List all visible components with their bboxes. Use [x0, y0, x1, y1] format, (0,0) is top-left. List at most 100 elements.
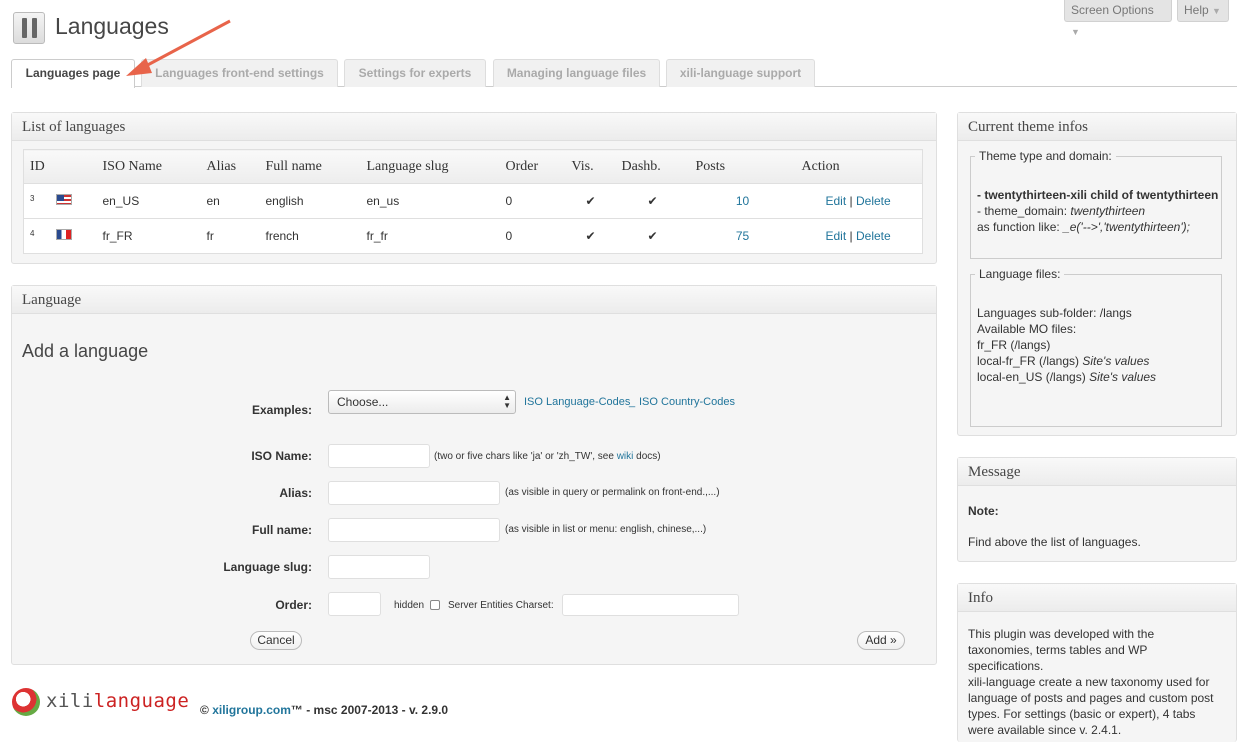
theme-type-line: - twentythirteen-xili child of twentythi… [977, 188, 1219, 202]
order-label: Order: [275, 598, 312, 612]
theme-type-legend: Theme type and domain: [979, 149, 1112, 163]
iso-language-codes-link[interactable]: ISO Language-Codes [524, 396, 630, 408]
list-box-title: List of languages [12, 113, 936, 141]
row-posts-link[interactable]: 10 [736, 194, 749, 208]
iso-name-label: ISO Name: [251, 449, 312, 463]
row-order: 0 [499, 183, 566, 219]
xili-logo-text: xililanguage [46, 690, 190, 712]
fr-flag-icon [55, 229, 72, 240]
col-action[interactable]: Action [795, 149, 923, 184]
files-line: Languages sub-folder: /langs [977, 306, 1132, 320]
delete-link[interactable]: Delete [856, 194, 891, 208]
add-button[interactable]: Add » [857, 631, 905, 650]
row-full-name: english [259, 183, 361, 219]
note-label: Note: [968, 504, 999, 518]
current-theme-infos-box: Current theme infos Theme type and domai… [957, 112, 1237, 436]
row-dashb-check-icon: ✔ [615, 183, 690, 219]
xiligroup-link[interactable]: xiligroup.com [212, 703, 291, 717]
files-line: Available MO files: [977, 322, 1077, 336]
message-text: Find above the list of languages. [968, 535, 1141, 549]
edit-link[interactable]: Edit [826, 194, 847, 208]
order-input[interactable] [328, 592, 381, 616]
table-row: 3 en_US en english en_us 0 ✔ ✔ 10 Edit |… [23, 183, 923, 219]
wiki-link[interactable]: wiki [617, 451, 634, 462]
language-box: Language Add a language Examples: Choose… [11, 285, 937, 665]
hidden-checkbox[interactable] [430, 600, 440, 610]
col-posts[interactable]: Posts [689, 149, 796, 184]
examples-select[interactable]: Choose... ▲ ▼ [328, 390, 516, 414]
delete-link[interactable]: Delete [856, 229, 891, 243]
full-name-label: Full name: [251, 523, 312, 537]
table-header-row: ID ISO Name Alias Full name Language slu… [23, 149, 923, 184]
row-iso: fr_FR [96, 218, 201, 254]
page-icon [13, 12, 45, 44]
charset-input[interactable] [562, 594, 739, 616]
links-separator: _ [629, 396, 636, 408]
alias-label: Alias: [279, 486, 312, 500]
info-text: This plugin was developed with the taxon… [968, 627, 1214, 737]
languages-table: ID ISO Name Alias Full name Language slu… [23, 149, 923, 254]
tab-languages-page[interactable]: Languages page [11, 59, 135, 88]
info-box-title: Info [958, 584, 1236, 612]
col-language-slug[interactable]: Language slug [360, 149, 500, 184]
row-alias: fr [200, 218, 260, 254]
full-name-input[interactable] [328, 518, 500, 542]
language-slug-label: Language slug: [223, 560, 312, 574]
list-of-languages-box: List of languages ID ISO Name Alias Full… [11, 112, 937, 264]
row-vis-check-icon: ✔ [565, 218, 616, 254]
info-box: Info This plugin was developed with the … [957, 583, 1237, 742]
theme-box-title: Current theme infos [958, 113, 1236, 141]
annotation-arrow-icon [126, 19, 231, 76]
caret-down-icon: ▼ [1071, 27, 1080, 37]
theme-function-line: as function like: _e('-->','twentythirte… [977, 220, 1190, 234]
action-separator: | [849, 194, 853, 208]
files-line: local-en_US (/langs) Site's values [977, 370, 1157, 384]
examples-label: Examples: [251, 403, 312, 417]
row-id: 3 [30, 194, 35, 203]
iso-name-input[interactable] [328, 444, 430, 468]
message-box-title: Message [958, 458, 1236, 486]
tab-xili-language-support[interactable]: xili-language support [666, 59, 815, 87]
row-slug: en_us [360, 183, 500, 219]
col-id[interactable]: ID [23, 149, 97, 184]
caret-down-icon: ▼ [1212, 6, 1221, 16]
edit-link[interactable]: Edit [826, 229, 847, 243]
iso-country-codes-link[interactable]: ISO Country-Codes [639, 396, 735, 408]
screen-options-button[interactable]: Screen Options ▼ [1064, 0, 1172, 37]
row-dashb-check-icon: ✔ [615, 218, 690, 254]
col-full-name[interactable]: Full name [259, 149, 361, 184]
row-vis-check-icon: ✔ [565, 183, 616, 219]
help-label: Help [1184, 3, 1209, 17]
help-button[interactable]: Help ▼ [1177, 0, 1229, 22]
cancel-button[interactable]: Cancel [250, 631, 302, 650]
examples-select-value: Choose... [337, 395, 389, 409]
col-iso-name[interactable]: ISO Name [96, 149, 201, 184]
us-flag-icon [55, 194, 72, 205]
theme-type-fieldset: Theme type and domain: - twentythirteen-… [970, 149, 1222, 259]
row-posts-link[interactable]: 75 [736, 229, 749, 243]
col-vis[interactable]: Vis. [565, 149, 616, 184]
row-iso: en_US [96, 183, 201, 219]
select-arrows-icon: ▲ ▼ [503, 393, 511, 410]
tab-settings-for-experts[interactable]: Settings for experts [344, 59, 486, 87]
alias-input[interactable] [328, 481, 500, 505]
add-language-heading: Add a language [22, 341, 149, 361]
iso-name-hint: (two or five chars like 'ja' or 'zh_TW',… [434, 451, 661, 462]
col-dashb[interactable]: Dashb. [615, 149, 690, 184]
charset-label: Server Entities Charset: [448, 600, 554, 611]
language-files-fieldset: Language files: Languages sub-folder: /l… [970, 267, 1222, 427]
language-slug-input[interactable] [328, 555, 430, 579]
row-order: 0 [499, 218, 566, 254]
files-line: local-fr_FR (/langs) Site's values [977, 354, 1150, 368]
col-alias[interactable]: Alias [200, 149, 260, 184]
action-separator: | [849, 229, 853, 243]
alias-hint: (as visible in query or permalink on fro… [505, 487, 720, 498]
row-slug: fr_fr [360, 218, 500, 254]
col-order[interactable]: Order [499, 149, 566, 184]
language-box-title: Language [12, 286, 936, 314]
theme-domain-line: - theme_domain: twentythirteen [977, 204, 1146, 218]
tab-managing-language-files[interactable]: Managing language files [493, 59, 660, 87]
full-name-hint: (as visible in list or menu: english, ch… [505, 524, 707, 535]
message-box: Message Note: Find above the list of lan… [957, 457, 1237, 562]
hidden-label: hidden [394, 600, 425, 611]
